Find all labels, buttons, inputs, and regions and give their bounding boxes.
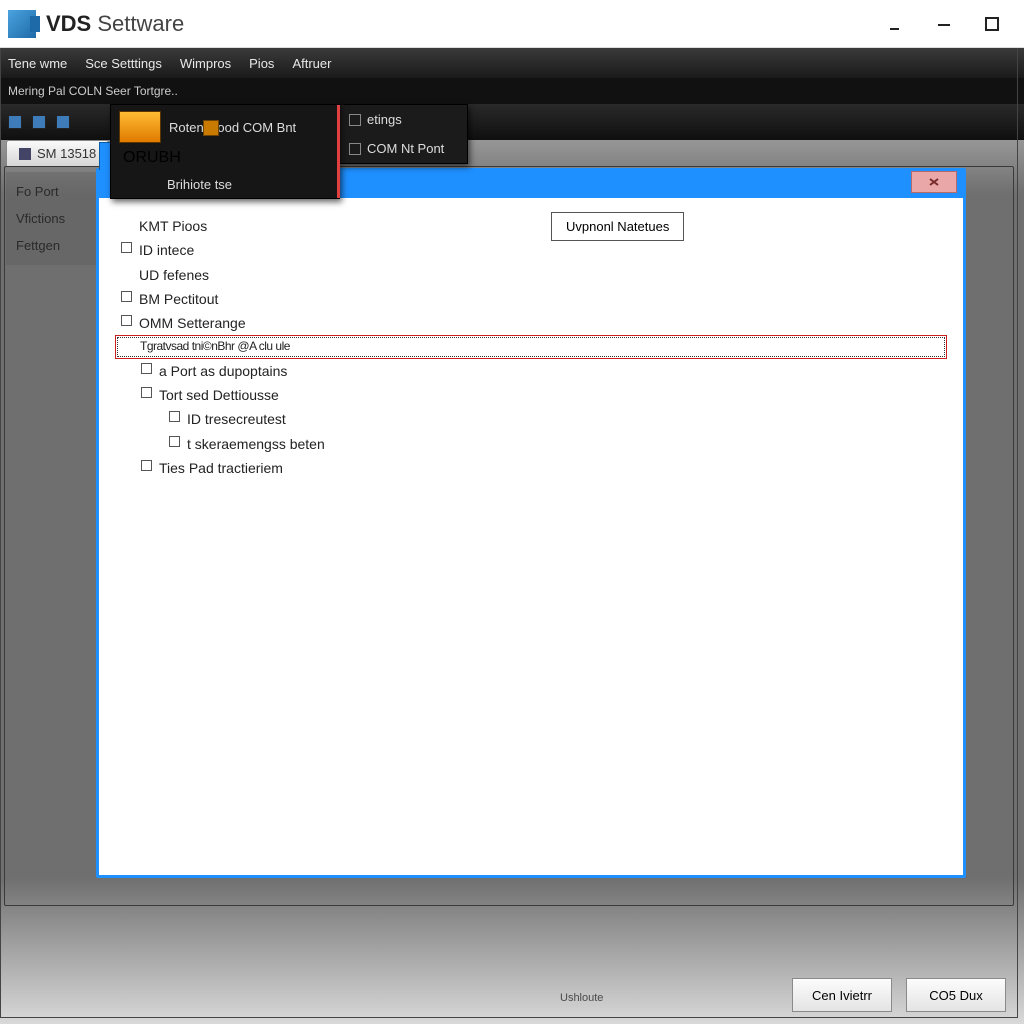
settings-dropdown-menu: Rotent cood COM Bnt ORUBH Brihiote tse (110, 104, 340, 199)
tab-icon (19, 148, 31, 160)
toolbar-icon[interactable] (56, 115, 70, 129)
dropdown-header: Rotent cood COM Bnt (111, 105, 339, 149)
settings-submenu: etings COM Nt Pont (338, 104, 468, 164)
submenu-item[interactable]: COM Nt Pont (339, 134, 467, 163)
checkbox-icon[interactable] (121, 315, 132, 326)
toolbar-icon[interactable] (32, 115, 46, 129)
dropdown-icon-label: ORUBH (123, 149, 181, 166)
submenu-item[interactable]: etings (339, 105, 467, 134)
tree-node[interactable]: ID intece (115, 238, 947, 262)
left-side-panel: Fo Port Vfictions Fettgen (6, 172, 96, 265)
menu-bar: Tene wme Sce Setttings Wimpros Pios Aftr… (0, 48, 1024, 78)
tree-node[interactable]: KMT Pioos (115, 214, 947, 238)
settings-tree: KMT Pioos ID intece UD fefenes BM Pectitout… (115, 214, 947, 480)
tree-node[interactable]: Tgratvsad tni©nBhr @A clu ule (115, 335, 947, 358)
side-item[interactable]: Fo Port (6, 178, 96, 205)
submenu-icon (349, 143, 361, 155)
checkbox-icon[interactable] (141, 460, 152, 471)
tree-node-label: KMT Pioos (139, 218, 207, 234)
tree-node-label: OMM Setterange (139, 315, 246, 331)
tree-node[interactable]: ID tresecreutest (115, 407, 947, 431)
sub-menu-text: Mering Pal COLN Seer Tortgre.. (8, 84, 178, 98)
side-item[interactable]: Fettgen (6, 232, 96, 259)
sub-menu-bar: Mering Pal COLN Seer Tortgre.. (0, 78, 1024, 104)
tree-node[interactable]: t skeraemengss beten (115, 432, 947, 456)
tree-node[interactable]: OMM Setterange (115, 311, 947, 335)
dialog-close-button[interactable] (911, 171, 957, 193)
tree-node[interactable]: UD fefenes (115, 263, 947, 287)
app-title-rest: Settware (97, 11, 184, 36)
submenu-icon (349, 114, 361, 126)
tab-label: SM 13518 (37, 146, 96, 161)
app-logo-icon (8, 10, 36, 38)
app-title-strong: VDS (46, 11, 91, 36)
settings-dialog: VCCOM Feteitnpes: COM andl Settl pprs Uv… (96, 168, 966, 878)
menu-item[interactable]: Sce Setttings (85, 56, 162, 71)
tree-node-label: Tort sed Dettiousse (159, 387, 279, 403)
dialog-footer: Cen Ivietrr CO5 Dux (792, 978, 1006, 1012)
tree-node[interactable]: a Port as dupoptains (115, 359, 947, 383)
document-tab[interactable]: SM 13518 (6, 140, 109, 166)
tree-node-label: t skeraemengss beten (187, 436, 325, 452)
device-icon (119, 111, 161, 143)
window-maximize-button[interactable] (968, 0, 1016, 48)
checkbox-icon[interactable] (169, 411, 180, 422)
tree-node-label: Tgratvsad tni©nBhr @A clu ule (140, 339, 290, 353)
checkbox-icon[interactable] (141, 387, 152, 398)
footer-hint: Ushloute (560, 992, 603, 1004)
checkbox-icon[interactable] (141, 363, 152, 374)
dropdown-item[interactable]: Brihiote tse (111, 171, 339, 198)
workspace: Tene wme Sce Setttings Wimpros Pios Aftr… (0, 48, 1024, 1024)
tree-node-label: BM Pectitout (139, 291, 218, 307)
app-title: VDS Settware (46, 11, 184, 37)
tree-node[interactable]: BM Pectitout (115, 287, 947, 311)
menu-item[interactable]: Tene wme (8, 56, 67, 71)
title-bar: VDS Settware (0, 0, 1024, 48)
menu-item[interactable]: Aftruer (292, 56, 331, 71)
dropdown-item[interactable]: Rotent cood COM Bnt (169, 114, 331, 141)
tab-strip: SM 13518 (6, 140, 109, 166)
tree-node[interactable]: Ties Pad tractieriem (115, 456, 947, 480)
window-minimize-button[interactable] (872, 0, 920, 48)
tree-node[interactable]: Tort sed Dettiousse (115, 383, 947, 407)
tree-node-label: Ties Pad tractieriem (159, 460, 283, 476)
side-item[interactable]: Vfictions (6, 205, 96, 232)
footer-button-1[interactable]: Cen Ivietrr (792, 978, 892, 1012)
menu-item[interactable]: Pios (249, 56, 274, 71)
toolbar-icon[interactable] (8, 115, 22, 129)
checkbox-icon[interactable] (121, 242, 132, 253)
dialog-body: Uvpnonl Natetues KMT PioosID inteceUD fe… (101, 200, 961, 873)
window-restore-button[interactable] (920, 0, 968, 48)
tree-node-label: a Port as dupoptains (159, 363, 287, 379)
tree-node-label: ID tresecreutest (187, 411, 286, 427)
tree-node-label: ID intece (139, 242, 194, 258)
menu-item[interactable]: Wimpros (180, 56, 231, 71)
checkbox-icon[interactable] (169, 436, 180, 447)
checkbox-icon[interactable] (121, 291, 132, 302)
footer-button-2[interactable]: CO5 Dux (906, 978, 1006, 1012)
tree-node-label: UD fefenes (139, 267, 209, 283)
